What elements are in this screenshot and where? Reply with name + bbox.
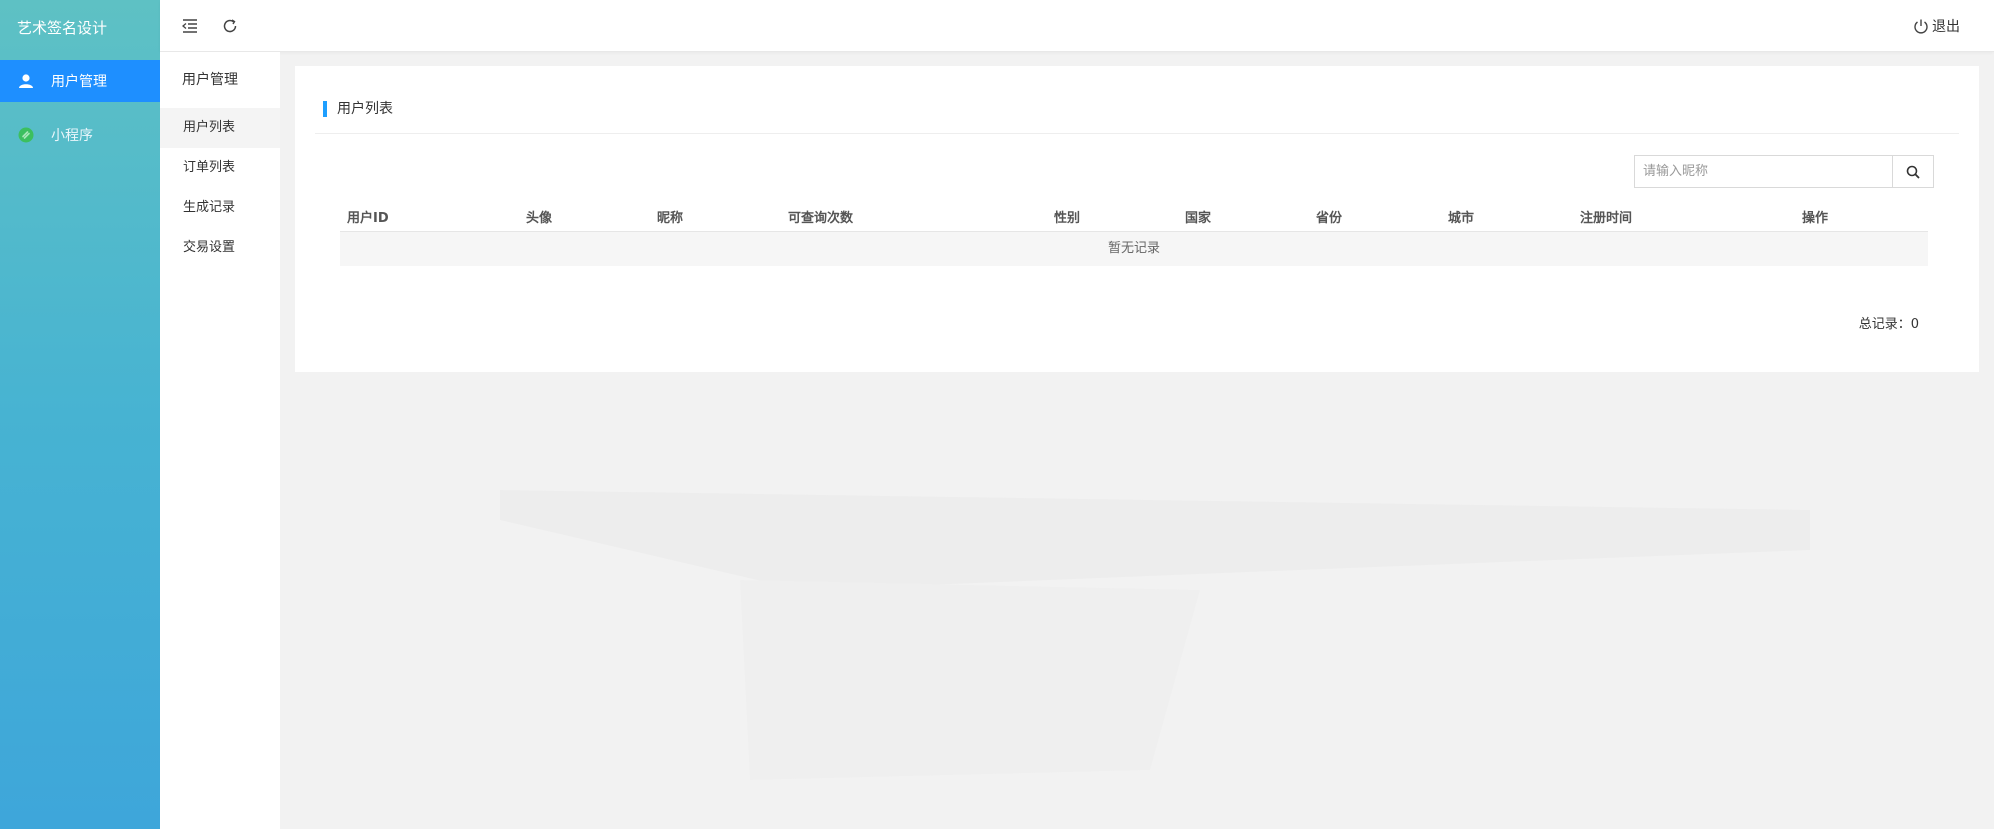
user-icon (17, 72, 35, 90)
refresh-icon[interactable] (220, 16, 240, 36)
total-records: 总记录：0 (1858, 317, 1919, 332)
power-icon (1914, 19, 1928, 34)
sidebar-item-label: 小程序 (51, 128, 93, 144)
submenu-item-generation-records[interactable]: 生成记录 (160, 188, 280, 228)
column-header-province: 省份 (1316, 211, 1343, 226)
sidebar-item-label: 用户管理 (51, 74, 107, 90)
logout-button[interactable]: 退出 (1913, 16, 1960, 36)
column-header-country: 国家 (1185, 211, 1212, 226)
user-table: 用户ID 头像 昵称 可查询次数 性别 国家 省份 城市 注册时间 操作 暂无记… (340, 202, 1928, 266)
column-header-user-id: 用户ID (347, 211, 389, 226)
column-header-city: 城市 (1448, 211, 1475, 226)
table-empty-row: 暂无记录 (340, 232, 1928, 266)
sidebar: 艺术签名设计 用户管理 小程序 (0, 0, 160, 829)
sidebar-item-mini-program[interactable]: 小程序 (0, 114, 160, 156)
submenu-item-user-list[interactable]: 用户列表 (160, 108, 280, 148)
background-art (500, 490, 1810, 780)
column-header-query-count: 可查询次数 (788, 211, 854, 226)
divider (315, 133, 1959, 134)
table-header: 用户ID 头像 昵称 可查询次数 性别 国家 省份 城市 注册时间 操作 (340, 202, 1928, 232)
menu-fold-icon[interactable] (180, 16, 200, 36)
column-header-nickname: 昵称 (657, 211, 684, 226)
submenu-title: 用户管理 (182, 72, 238, 88)
logout-label: 退出 (1932, 19, 1960, 35)
link-icon (17, 126, 35, 144)
submenu-item-order-list[interactable]: 订单列表 (160, 148, 280, 188)
user-list-card: 用户列表 用户ID 头像 昵称 可查询次数 性别 国家 省份 城市 注册时间 操… (295, 66, 1979, 372)
sidebar-item-user-management[interactable]: 用户管理 (0, 60, 160, 102)
search-icon (1906, 165, 1920, 179)
card-title: 用户列表 (323, 101, 393, 117)
column-header-actions: 操作 (1802, 211, 1829, 226)
brand-title: 艺术签名设计 (17, 19, 108, 37)
search-box (1634, 155, 1934, 188)
column-header-avatar: 头像 (526, 211, 553, 226)
submenu-item-trade-settings[interactable]: 交易设置 (160, 228, 280, 268)
top-header: 退出 (160, 0, 1994, 52)
column-header-register-time: 注册时间 (1580, 211, 1633, 226)
column-header-gender: 性别 (1054, 211, 1081, 226)
nickname-search-input[interactable] (1634, 155, 1892, 188)
search-button[interactable] (1892, 155, 1934, 188)
submenu: 用户管理 用户列表 订单列表 生成记录 交易设置 (160, 52, 280, 829)
